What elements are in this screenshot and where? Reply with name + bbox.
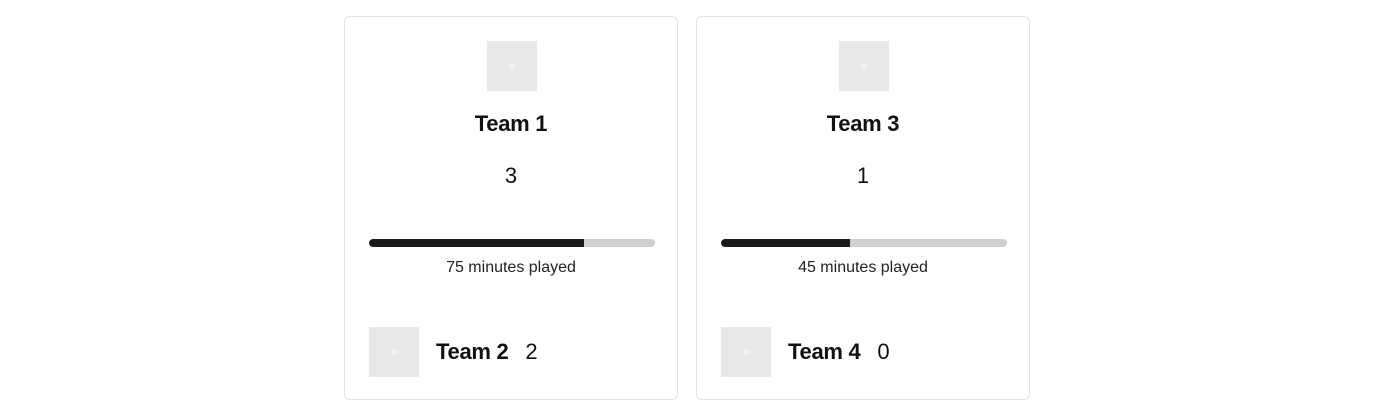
team-logo-icon [839, 41, 889, 91]
opponent-row: Team 4 0 [721, 327, 890, 377]
match-card: Team 3 1 45 minutes played Team 4 0 [696, 16, 1030, 400]
match-progress-fill [721, 239, 850, 247]
home-team-name: Team 1 [474, 111, 548, 136]
team-logo-icon [369, 327, 419, 377]
minutes-played-label: 45 minutes played [798, 259, 928, 276]
match-progress-bar [721, 239, 1007, 247]
match-progress-bar [369, 239, 655, 247]
match-card: Team 1 3 75 minutes played Team 2 2 [344, 16, 678, 400]
opponent-row: Team 2 2 [369, 327, 538, 377]
home-team-score: 1 [856, 163, 870, 188]
home-team-name: Team 3 [826, 111, 900, 136]
away-team-name: Team 4 [788, 339, 861, 364]
match-progress-fill [369, 239, 584, 247]
away-team-score: 0 [877, 339, 890, 364]
home-team-score: 3 [504, 163, 518, 188]
minutes-played-label: 75 minutes played [446, 259, 576, 276]
team-logo-icon [721, 327, 771, 377]
team-logo-icon [487, 41, 537, 91]
away-team-score: 2 [525, 339, 538, 364]
away-team-name: Team 2 [436, 339, 509, 364]
match-cards: Team 1 3 75 minutes played Team 2 2 Team… [0, 0, 1376, 418]
